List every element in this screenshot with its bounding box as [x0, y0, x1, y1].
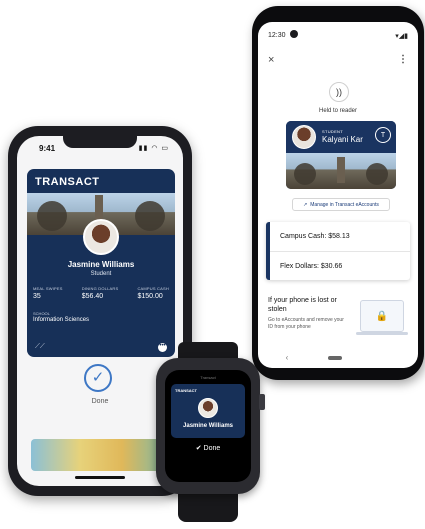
- nfc-icon: )): [329, 82, 349, 102]
- stat-label: MEAL SWIPES: [33, 286, 63, 291]
- card-holder-name: Jasmine Williams: [183, 423, 233, 429]
- watch-app-label: Transact: [200, 375, 216, 380]
- card-holder-role: Student: [90, 271, 112, 277]
- android-phone: 12:30 ▾◢▮ × ⋮ )) Held to reader STUDENT …: [252, 6, 424, 380]
- status-icons: ▮▮ ◠ ▭: [138, 145, 169, 152]
- card-stats: MEAL SWIPES 35 DINING DOLLARS $56.40 CAM…: [33, 286, 169, 300]
- more-options-icon[interactable]: •••: [158, 343, 167, 352]
- transact-logo: TRANSACT: [35, 176, 100, 188]
- school-value: Information Sciences: [33, 317, 90, 323]
- student-id-card[interactable]: STUDENT Kalyani Kar T: [286, 121, 396, 189]
- stat-meal-swipes: MEAL SWIPES 35: [33, 286, 63, 300]
- avatar: [198, 398, 218, 418]
- stat-label: CAMPUS CASH: [137, 286, 169, 291]
- stat-campus-cash: CAMPUS CASH $150.00: [137, 286, 169, 300]
- balances-card: Campus Cash: $58.13 Flex Dollars: $30.66: [266, 222, 410, 280]
- stat-value: $56.40: [81, 293, 104, 300]
- watch-band-bottom: [178, 492, 238, 522]
- tower-shape: [336, 157, 345, 183]
- school-label: SCHOOL: [33, 311, 50, 316]
- stat-value: $150.00: [137, 293, 163, 300]
- transact-logo: TRANSACT: [175, 388, 197, 393]
- lock-icon: 🔒: [375, 310, 389, 322]
- lost-phone-title: If your phone is lost or stolen: [268, 297, 337, 313]
- notch: [63, 136, 137, 148]
- university-seal-icon: T: [375, 127, 391, 143]
- watch-screen: Transact TRANSACT Jasmine Williams ✔ Don…: [165, 370, 251, 482]
- balance-row-campus-cash[interactable]: Campus Cash: $58.13: [270, 222, 410, 251]
- tree-shape: [37, 201, 67, 231]
- card-role-label: STUDENT: [322, 129, 343, 134]
- checkmark-icon: ✓: [84, 364, 112, 392]
- status-icons: ▾◢▮: [395, 33, 408, 40]
- manage-eaccounts-button[interactable]: ↗ Manage in Transact eAccounts: [292, 198, 390, 211]
- smart-watch: Transact TRANSACT Jasmine Williams ✔ Don…: [156, 358, 265, 494]
- card-holder-name: Kalyani Kar: [322, 135, 363, 144]
- student-id-card[interactable]: TRANSACT Jasmine Williams: [171, 384, 245, 438]
- avatar: [83, 219, 119, 255]
- digital-crown[interactable]: [259, 394, 265, 410]
- tree-shape: [294, 163, 316, 185]
- android-nav-bar: ‹: [258, 353, 418, 362]
- close-icon[interactable]: ×: [268, 54, 274, 66]
- stat-dining-dollars: DINING DOLLARS $56.40: [82, 286, 119, 300]
- more-options-icon[interactable]: ⋮: [398, 54, 408, 65]
- lost-phone-body: Go to eAccounts and remove your ID from …: [268, 317, 344, 330]
- student-id-card[interactable]: TRANSACT Jasmine Williams Student MEAL S…: [27, 169, 175, 357]
- stat-value: 35: [33, 293, 41, 300]
- secondary-card-preview[interactable]: [31, 439, 171, 471]
- card-holder-name: Jasmine Williams: [67, 260, 135, 269]
- manage-label: Manage in Transact eAccounts: [310, 201, 379, 208]
- tree-shape: [366, 163, 388, 185]
- android-screen: 12:30 ▾◢▮ × ⋮ )) Held to reader STUDENT …: [258, 22, 418, 368]
- tree-shape: [135, 201, 165, 231]
- campus-image: [286, 153, 396, 189]
- status-time: 9:41: [39, 144, 56, 153]
- external-link-icon: ↗: [303, 201, 308, 208]
- home-pill[interactable]: [328, 355, 343, 360]
- contactless-icon: ⟋⟋: [35, 343, 45, 350]
- balance-row-flex-dollars[interactable]: Flex Dollars: $30.66: [270, 251, 410, 280]
- avatar: [292, 125, 316, 149]
- android-status-bar: 12:30 ▾◢▮: [268, 32, 408, 40]
- done-label: ✔ Done: [195, 445, 221, 452]
- laptop-lock-icon: 🔒: [360, 300, 404, 332]
- stat-label: DINING DOLLARS: [81, 286, 119, 291]
- home-indicator[interactable]: [75, 476, 125, 479]
- held-to-reader-text: Held to reader: [318, 108, 358, 114]
- back-icon[interactable]: ‹: [286, 353, 289, 362]
- status-time: 12:30: [268, 32, 286, 39]
- laptop-base: [356, 332, 408, 335]
